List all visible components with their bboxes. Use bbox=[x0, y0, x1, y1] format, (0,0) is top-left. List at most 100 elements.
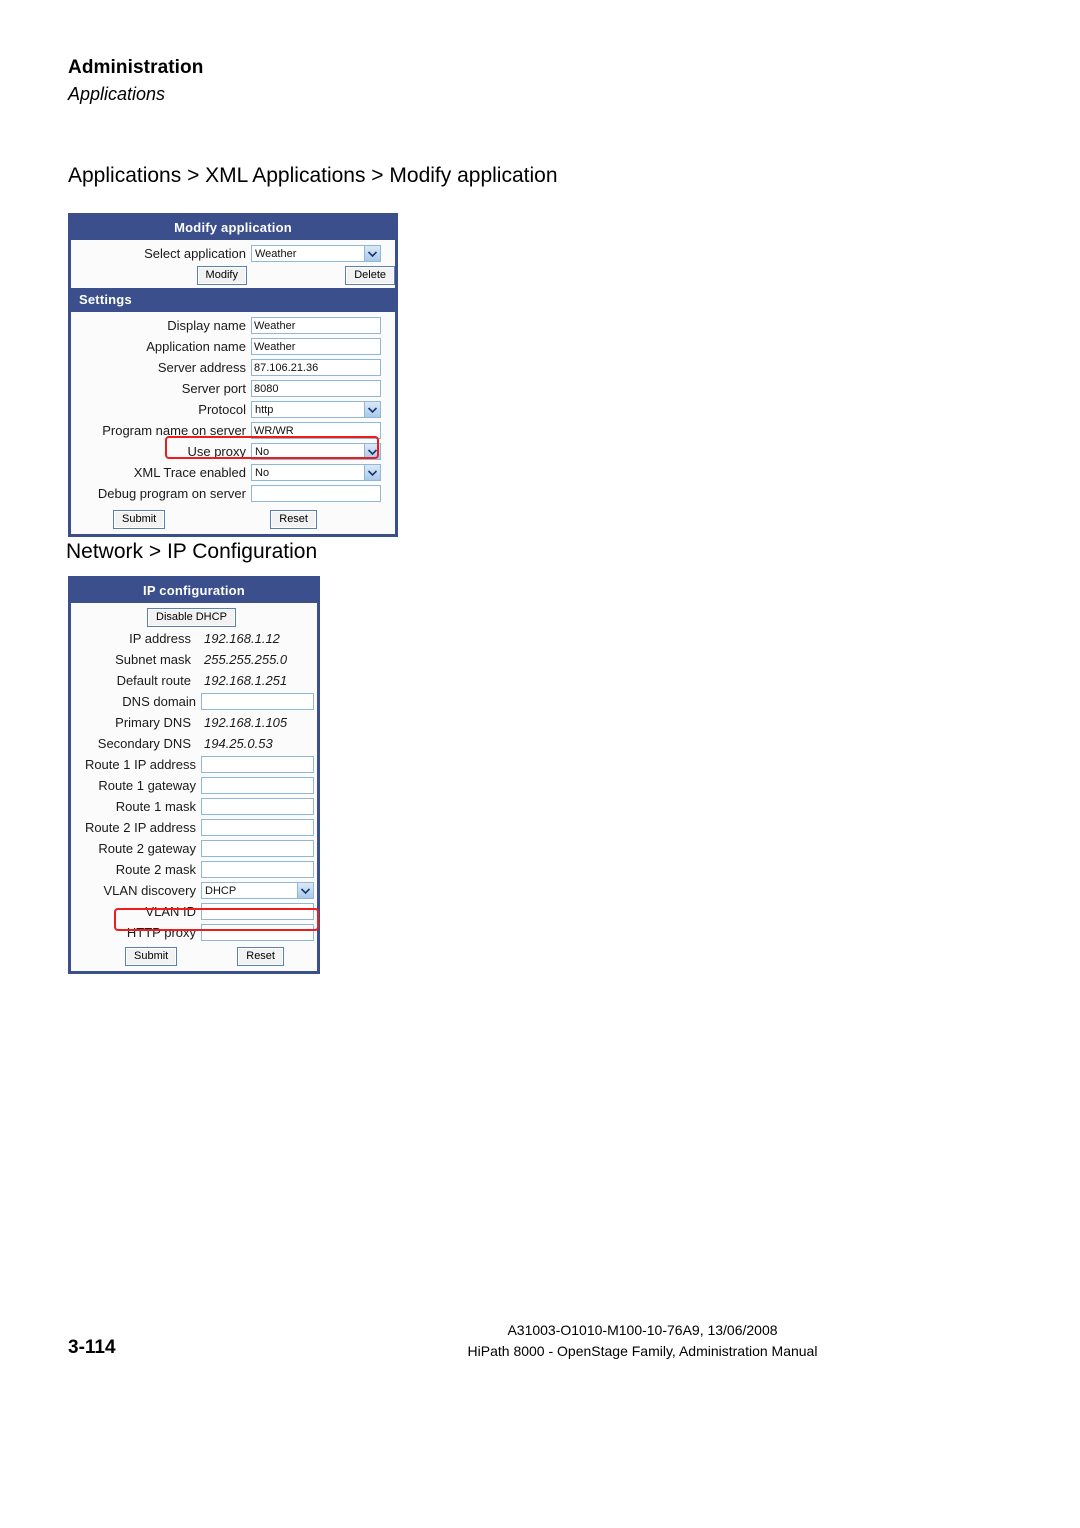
form-row: Route 2 mask bbox=[71, 859, 317, 880]
form-row-text-input[interactable] bbox=[201, 861, 314, 878]
form-row-control: No bbox=[251, 443, 381, 460]
footer-document-info: A31003-O1010-M100-10-76A9, 13/06/2008 Hi… bbox=[310, 1320, 975, 1362]
form-row-control: Weather bbox=[251, 317, 381, 334]
form-row-label: Secondary DNS bbox=[97, 736, 191, 751]
delete-button[interactable]: Delete bbox=[345, 265, 395, 285]
form-row-static-value: 192.168.1.12 bbox=[204, 631, 280, 646]
modify-application-panel-title: Modify application bbox=[71, 216, 395, 240]
submit-reset-button-row: Submit Reset bbox=[71, 508, 395, 530]
form-row-control bbox=[201, 840, 314, 857]
modify-delete-button-row: Modify Delete bbox=[71, 264, 395, 286]
form-row: Program name on server WR/WR bbox=[71, 420, 395, 441]
ip-submit-reset-button-row: Submit Reset bbox=[71, 945, 317, 967]
form-row-control: 255.255.255.0 bbox=[196, 652, 317, 667]
form-row-label: Route 1 IP address bbox=[84, 757, 196, 772]
form-row-control bbox=[201, 861, 314, 878]
form-row-text-input[interactable] bbox=[201, 840, 314, 857]
form-row-label: Server port bbox=[181, 381, 246, 396]
form-row-control bbox=[201, 819, 314, 836]
modify-button[interactable]: Modify bbox=[196, 265, 247, 285]
form-row-label: Default route bbox=[116, 673, 191, 688]
form-row: Subnet mask 255.255.255.0 bbox=[71, 649, 317, 670]
form-row: Protocol http bbox=[71, 399, 395, 420]
form-row-control: 87.106.21.36 bbox=[251, 359, 381, 376]
disable-dhcp-button[interactable]: Disable DHCP bbox=[147, 607, 236, 627]
form-row-control: DHCP bbox=[201, 882, 314, 899]
form-row-text-input[interactable] bbox=[201, 756, 314, 773]
form-row-static-value: 194.25.0.53 bbox=[204, 736, 273, 751]
footer-page-number: 3-114 bbox=[68, 1337, 116, 1358]
form-row-text-input[interactable]: 87.106.21.36 bbox=[251, 359, 381, 376]
chevron-down-icon[interactable] bbox=[364, 444, 380, 459]
submit-button[interactable]: Submit bbox=[113, 509, 166, 529]
form-row: HTTP proxy bbox=[71, 922, 317, 943]
chevron-down-icon[interactable] bbox=[364, 246, 380, 261]
modify-application-panel: Modify application Select application We… bbox=[68, 213, 398, 537]
form-row-label: Program name on server bbox=[102, 423, 246, 438]
footer-doc-title: HiPath 8000 - OpenStage Family, Administ… bbox=[467, 1343, 818, 1359]
form-row-control bbox=[201, 777, 314, 794]
form-row-text-input[interactable] bbox=[201, 798, 314, 815]
form-row-text-input[interactable] bbox=[251, 485, 381, 502]
form-row: Route 1 gateway bbox=[71, 775, 317, 796]
form-row-label: Primary DNS bbox=[115, 715, 191, 730]
form-row: Route 2 gateway bbox=[71, 838, 317, 859]
form-row-control: 192.168.1.12 bbox=[196, 631, 317, 646]
form-row-dropdown[interactable]: DHCP bbox=[201, 882, 314, 899]
form-row-text-input[interactable] bbox=[201, 693, 314, 710]
select-application-row: Select application Weather bbox=[71, 243, 395, 264]
form-row-control bbox=[201, 798, 314, 815]
form-row-text-input[interactable] bbox=[201, 819, 314, 836]
form-row: Route 1 IP address bbox=[71, 754, 317, 775]
form-row-text-input[interactable]: WR/WR bbox=[251, 422, 381, 439]
form-row-label: Use proxy bbox=[187, 444, 246, 459]
form-row-label: Route 2 gateway bbox=[98, 841, 196, 856]
form-row-text-input[interactable]: 8080 bbox=[251, 380, 381, 397]
chevron-down-icon[interactable] bbox=[364, 402, 380, 417]
form-row-control: No bbox=[251, 464, 381, 481]
form-row-control bbox=[201, 756, 314, 773]
ip-reset-button[interactable]: Reset bbox=[237, 946, 284, 966]
form-row-text-input[interactable] bbox=[201, 903, 314, 920]
form-row-dropdown[interactable]: No bbox=[251, 464, 381, 481]
form-row: VLAN ID bbox=[71, 901, 317, 922]
form-row-static-value: 192.168.1.251 bbox=[204, 673, 288, 688]
modify-application-action-row: Submit Reset bbox=[71, 508, 395, 534]
form-row-text-input[interactable] bbox=[201, 924, 314, 941]
form-row: Application name Weather bbox=[71, 336, 395, 357]
form-row-control bbox=[201, 903, 314, 920]
form-row-label: Protocol bbox=[198, 402, 246, 417]
disable-dhcp-button-row: Disable DHCP bbox=[71, 606, 317, 628]
form-row-label: Route 1 gateway bbox=[98, 778, 196, 793]
chevron-down-icon[interactable] bbox=[297, 883, 313, 898]
form-row-control: 194.25.0.53 bbox=[196, 736, 317, 751]
form-row-label: Route 1 mask bbox=[115, 799, 196, 814]
form-row-dropdown[interactable]: No bbox=[251, 443, 381, 460]
form-row-label: Application name bbox=[146, 339, 246, 354]
select-application-value: Weather bbox=[255, 248, 297, 260]
form-row-dropdown[interactable]: http bbox=[251, 401, 381, 418]
chevron-down-icon[interactable] bbox=[364, 465, 380, 480]
form-row: Use proxy No bbox=[71, 441, 395, 462]
form-row-label: Display name bbox=[167, 318, 246, 333]
modify-application-settings-rows: Display name Weather Application name Weath… bbox=[71, 312, 395, 508]
form-row-text-input[interactable]: Weather bbox=[251, 317, 381, 334]
heading-applications-path: Applications > XML Applications > Modify… bbox=[68, 164, 558, 187]
ip-submit-button[interactable]: Submit bbox=[125, 946, 178, 966]
form-row-control: 8080 bbox=[251, 380, 381, 397]
ip-configuration-panel-title: IP configuration bbox=[71, 579, 317, 603]
form-row: IP address 192.168.1.12 bbox=[71, 628, 317, 649]
form-row-label: HTTP proxy bbox=[126, 925, 196, 940]
form-row-text-input[interactable] bbox=[201, 777, 314, 794]
form-row-label: IP address bbox=[129, 631, 191, 646]
heading-network-path: Network > IP Configuration bbox=[66, 540, 318, 563]
form-row-dropdown-value: No bbox=[255, 446, 270, 458]
select-application-dropdown[interactable]: Weather bbox=[251, 245, 381, 262]
ip-configuration-body: Disable DHCP IP address 192.168.1.12 Subne… bbox=[71, 603, 317, 971]
form-row-text-input[interactable]: Weather bbox=[251, 338, 381, 355]
form-row: Default route 192.168.1.251 bbox=[71, 670, 317, 691]
form-row-label: Route 2 mask bbox=[115, 862, 196, 877]
form-row-dropdown-value: DHCP bbox=[205, 885, 237, 897]
reset-button[interactable]: Reset bbox=[270, 509, 317, 529]
form-row: XML Trace enabled No bbox=[71, 462, 395, 483]
